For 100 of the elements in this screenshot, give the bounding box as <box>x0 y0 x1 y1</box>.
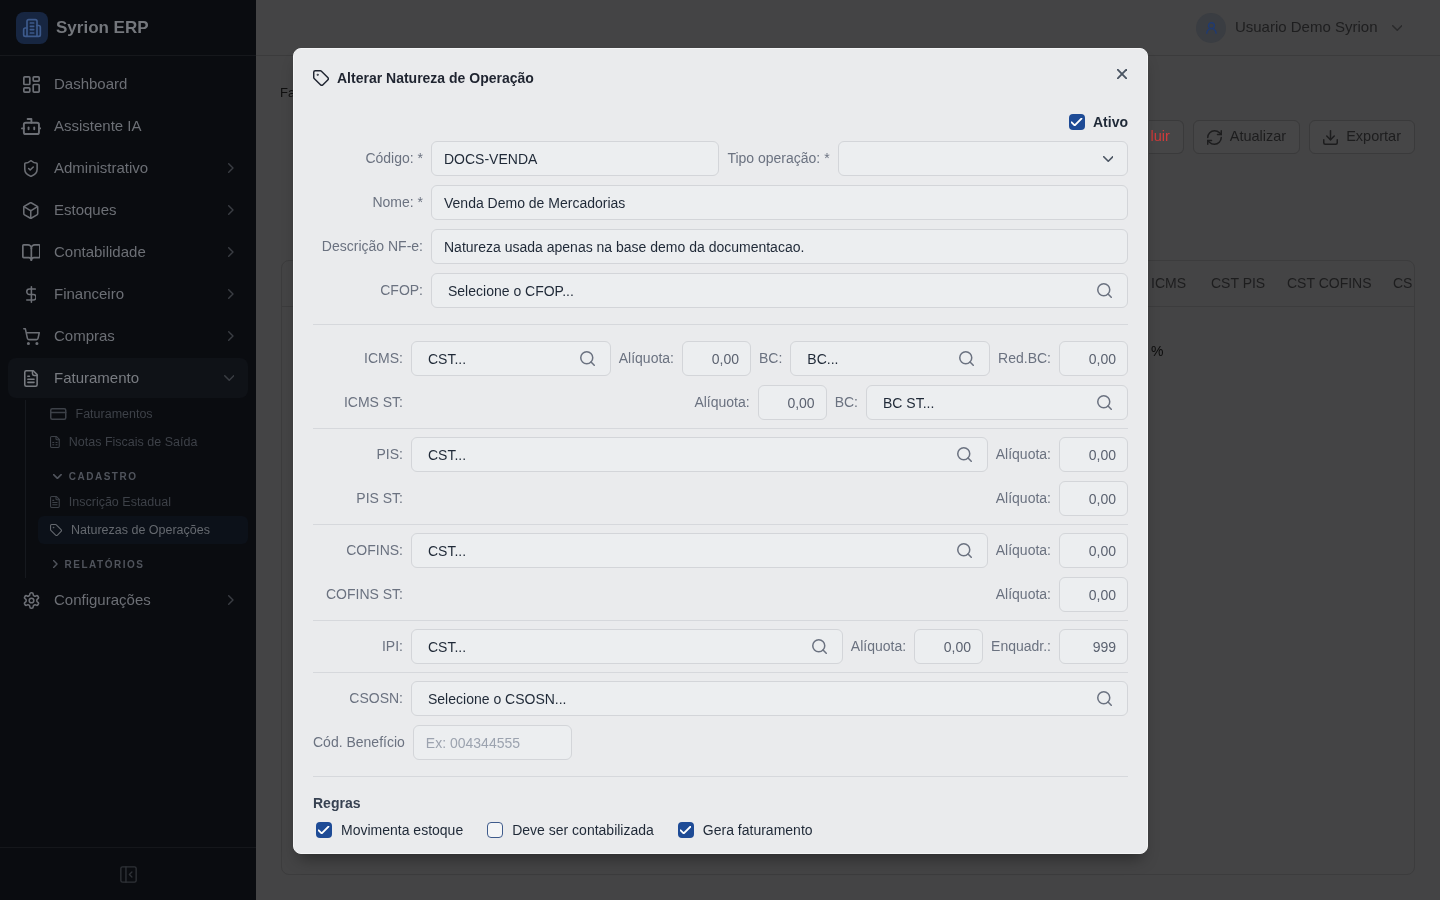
field-label: CFOP: <box>379 281 423 300</box>
nav-item[interactable]: Dashboard <box>8 64 248 104</box>
section-header[interactable]: RELATÓRIOS <box>38 552 145 576</box>
tag-icon <box>313 70 329 86</box>
search-field[interactable]: Selecione o CFOP... <box>431 273 1128 308</box>
number-field[interactable]: 0,00 <box>757 385 827 420</box>
chevron-down-icon[interactable] <box>223 375 234 381</box>
brand-name: Syrion ERP <box>56 16 149 39</box>
checkbox-label: Movimenta estoque <box>341 820 464 840</box>
download-icon <box>1323 129 1339 145</box>
field-label: PIS ST: <box>355 489 403 508</box>
checkbox-label: Deve ser contabilizada <box>512 820 654 840</box>
book-icon <box>21 243 41 261</box>
chevron-down-icon[interactable] <box>1391 24 1402 31</box>
nav-item[interactable]: Financeiro <box>8 274 248 314</box>
nav-subitem[interactable]: Naturezas de Operações <box>38 516 248 544</box>
text-field[interactable]: Ex: 004344555 <box>412 725 572 760</box>
chevron-down-icon[interactable] <box>53 473 62 479</box>
number-field[interactable]: 0,00 <box>1059 341 1128 376</box>
search-field[interactable]: CST... <box>411 437 988 472</box>
search-icon <box>1097 395 1112 410</box>
number-field[interactable]: 0,00 <box>682 341 751 376</box>
field-label: Nome: * <box>371 193 423 212</box>
checkbox[interactable] <box>487 822 504 838</box>
nav-item[interactable]: Configurações <box>8 580 248 620</box>
search-field[interactable]: BC... <box>790 341 991 376</box>
field-label: IPI: <box>381 637 403 656</box>
chevron-right-icon[interactable] <box>228 163 234 173</box>
search-icon <box>959 351 975 366</box>
search-icon <box>1097 283 1112 298</box>
chevron-right-icon[interactable] <box>53 560 58 568</box>
chevron-down-icon <box>1102 155 1113 162</box>
field-label: PIS: <box>375 445 403 464</box>
document-icon <box>50 496 60 508</box>
close-button[interactable] <box>1114 66 1130 82</box>
checkbox-label: Ativo <box>1093 112 1128 132</box>
field-label: Tipo operação: * <box>727 149 830 168</box>
number-field[interactable]: 0,00 <box>1059 577 1128 612</box>
chevron-right-icon[interactable] <box>228 205 234 215</box>
tag-icon <box>50 524 62 536</box>
building-icon <box>16 11 48 44</box>
search-icon <box>956 543 972 558</box>
number-field[interactable]: 0,00 <box>1059 437 1128 472</box>
field-label: ICMS: <box>363 349 403 368</box>
search-icon <box>579 351 595 366</box>
chevron-right-icon[interactable] <box>228 247 234 257</box>
field-label: Red.BC: <box>998 349 1051 368</box>
check-icon <box>680 826 692 834</box>
chevron-right-icon[interactable] <box>228 289 234 299</box>
chevron-right-icon[interactable] <box>228 595 234 605</box>
nav-item[interactable]: Contabilidade <box>8 232 248 272</box>
search-icon <box>811 639 827 654</box>
dialog-title: Alterar Natureza de Operação <box>337 68 534 88</box>
field-label: BC: <box>834 393 858 412</box>
search-field[interactable]: CST... <box>411 629 843 664</box>
field-label: Alíquota: <box>995 541 1051 560</box>
section-header[interactable]: CADASTRO <box>38 464 138 488</box>
field-label: COFINS: <box>345 541 403 560</box>
text-field[interactable]: Venda Demo de Mercadorias <box>431 185 1128 220</box>
check-icon <box>1071 118 1083 126</box>
box-icon <box>23 201 39 219</box>
field-label: Alíquota: <box>995 585 1051 604</box>
field-label: CSOSN: <box>348 689 403 708</box>
number-field[interactable]: 999 <box>1059 629 1128 664</box>
text-field[interactable]: Natureza usada apenas na base demo da documentacao. <box>431 229 1128 264</box>
search-field[interactable]: CST... <box>411 341 611 376</box>
settings-icon <box>22 591 40 609</box>
checkbox[interactable] <box>1069 114 1085 130</box>
field-label: ICMS ST: <box>342 393 403 412</box>
chevron-right-icon[interactable] <box>228 331 234 341</box>
select-field[interactable] <box>837 141 1128 176</box>
search-field[interactable]: CST... <box>411 533 988 568</box>
avatar-icon[interactable] <box>1195 12 1226 43</box>
search-field[interactable]: BC ST... <box>866 385 1128 420</box>
field-label: Alíquota: <box>694 393 750 412</box>
nav-item[interactable]: Estoques <box>8 190 248 230</box>
number-field[interactable]: 0,00 <box>1059 481 1128 516</box>
grid-icon <box>22 75 40 93</box>
field-label: Alíquota: <box>995 489 1051 508</box>
collapse-sidebar-icon[interactable] <box>119 865 137 883</box>
cart-icon <box>22 327 40 345</box>
dollar-icon <box>25 285 37 303</box>
text-field[interactable]: DOCS-VENDA <box>431 141 720 176</box>
search-field[interactable]: Selecione o CSOSN... <box>411 681 1128 716</box>
check-icon <box>318 826 330 834</box>
checkbox[interactable] <box>316 822 332 838</box>
document-icon <box>24 369 38 387</box>
field-label: Código: * <box>364 149 423 168</box>
nav-item[interactable]: Compras <box>8 316 248 356</box>
field-label: Enquadr.: <box>991 637 1051 656</box>
number-field[interactable]: 0,00 <box>1059 533 1128 568</box>
nav-item[interactable]: Faturamento <box>8 358 248 398</box>
nav-item[interactable]: Administrativo <box>8 148 248 188</box>
nav-item[interactable]: Assistente IA <box>8 106 248 146</box>
number-field[interactable]: 0,00 <box>914 629 984 664</box>
search-icon <box>956 447 972 462</box>
field-label: Alíquota: <box>850 637 907 656</box>
field-label: Alíquota: <box>618 349 674 368</box>
field-label: Descrição NF-e: <box>320 237 423 256</box>
checkbox[interactable] <box>677 822 694 838</box>
